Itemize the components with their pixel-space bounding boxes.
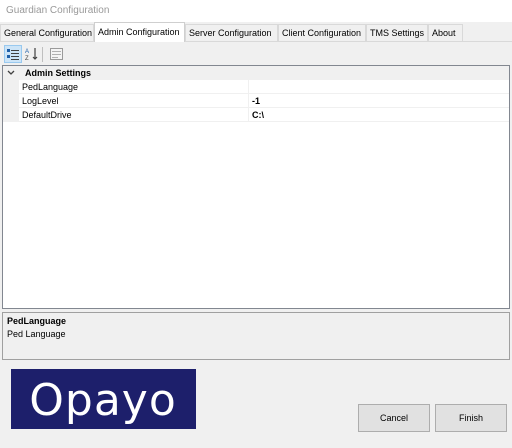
opayo-logo-mark: Opayo bbox=[29, 375, 176, 426]
tab-general-configuration[interactable]: General Configuration bbox=[0, 24, 94, 41]
cancel-button[interactable]: Cancel bbox=[358, 404, 430, 432]
property-row-loglevel[interactable]: LogLevel -1 bbox=[3, 94, 509, 108]
property-grid-toolbar: A Z bbox=[2, 43, 510, 65]
tab-client-configuration[interactable]: Client Configuration bbox=[278, 24, 366, 41]
property-row-pedlanguage[interactable]: PedLanguage bbox=[3, 80, 509, 94]
window-title: Guardian Configuration bbox=[0, 0, 512, 22]
property-value[interactable] bbox=[249, 80, 509, 94]
description-title: PedLanguage bbox=[7, 316, 67, 326]
tab-server-configuration[interactable]: Server Configuration bbox=[185, 24, 278, 41]
tab-admin-configuration[interactable]: Admin Configuration bbox=[94, 22, 185, 42]
row-gutter bbox=[3, 80, 19, 94]
toolbar-separator bbox=[42, 47, 43, 62]
property-name[interactable]: LogLevel bbox=[19, 94, 249, 108]
admin-configuration-panel: A Z Admin Settings PedLanguage LogLevel … bbox=[2, 42, 510, 362]
tab-about[interactable]: About bbox=[428, 24, 463, 41]
property-pages-icon bbox=[49, 48, 63, 60]
chevron-down-icon[interactable] bbox=[7, 70, 19, 76]
svg-text:Z: Z bbox=[25, 56, 29, 61]
property-value[interactable]: -1 bbox=[249, 94, 509, 108]
property-pages-button[interactable] bbox=[47, 45, 65, 63]
alphabetical-sort-icon: A Z bbox=[25, 48, 38, 61]
categorized-icon bbox=[7, 49, 19, 60]
property-name[interactable]: DefaultDrive bbox=[19, 108, 249, 122]
property-grid: Admin Settings PedLanguage LogLevel -1 D… bbox=[2, 65, 510, 309]
row-gutter bbox=[3, 108, 19, 122]
description-text: Ped Language bbox=[7, 329, 66, 339]
category-label: Admin Settings bbox=[25, 68, 92, 78]
categorized-button[interactable] bbox=[4, 45, 22, 63]
finish-button[interactable]: Finish bbox=[435, 404, 507, 432]
tab-strip: General Configuration Admin Configuratio… bbox=[0, 22, 512, 42]
property-name[interactable]: PedLanguage bbox=[19, 80, 249, 94]
alphabetical-sort-button[interactable]: A Z bbox=[23, 45, 41, 63]
svg-text:A: A bbox=[25, 49, 29, 55]
tab-tms-settings[interactable]: TMS Settings bbox=[366, 24, 428, 41]
property-row-defaultdrive[interactable]: DefaultDrive C:\ bbox=[3, 108, 509, 122]
opayo-logo: Opayo bbox=[11, 369, 196, 429]
svg-text:Opayo: Opayo bbox=[29, 375, 176, 426]
row-gutter bbox=[3, 94, 19, 108]
category-admin-settings[interactable]: Admin Settings bbox=[3, 66, 509, 80]
property-value[interactable]: C:\ bbox=[249, 108, 509, 122]
description-pane: PedLanguage Ped Language bbox=[2, 312, 510, 360]
